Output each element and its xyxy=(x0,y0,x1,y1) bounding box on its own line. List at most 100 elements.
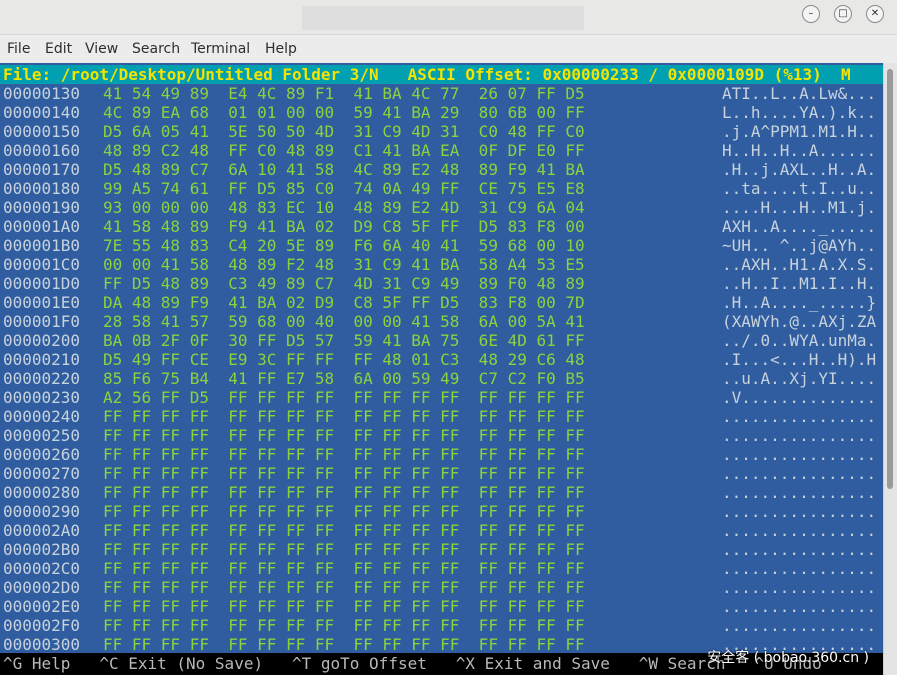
close-icon[interactable]: ✕ xyxy=(866,5,884,23)
row-hex-bytes[interactable]: 85 F6 75 B4 41 FF E7 58 6A 00 59 49 C7 C… xyxy=(103,369,585,388)
row-hex-bytes[interactable]: FF D5 48 89 C3 49 89 C7 4D 31 C9 49 89 F… xyxy=(103,274,585,293)
row-ascii[interactable]: (XAWYh.@..AXj.ZA xyxy=(722,312,876,331)
row-hex-bytes[interactable]: A2 56 FF D5 FF FF FF FF FF FF FF FF FF F… xyxy=(103,388,585,407)
row-ascii[interactable]: H..H..H..A...... xyxy=(722,141,876,160)
hex-row[interactable]: 00000240 FF FF FF FF FF FF FF FF FF FF FF… xyxy=(0,407,883,426)
row-ascii[interactable]: ../.0..WYA.unMa. xyxy=(722,331,876,350)
row-ascii[interactable]: ..ta....t.I..u.. xyxy=(722,179,876,198)
row-hex-bytes[interactable]: FF FF FF FF FF FF FF FF FF FF FF FF FF F… xyxy=(103,502,585,521)
hex-row[interactable]: 00000230 A2 56 FF D5 FF FF FF FF FF FF FF… xyxy=(0,388,883,407)
row-hex-bytes[interactable]: FF FF FF FF FF FF FF FF FF FF FF FF FF F… xyxy=(103,597,585,616)
scrollbar[interactable] xyxy=(883,63,897,675)
row-hex-bytes[interactable]: 99 A5 74 61 FF D5 85 C0 74 0A 49 FF CE 7… xyxy=(103,179,585,198)
hex-row[interactable]: 00000250 FF FF FF FF FF FF FF FF FF FF FF… xyxy=(0,426,883,445)
row-ascii[interactable]: ................ xyxy=(722,578,876,597)
hex-row[interactable]: 000001F0 28 58 41 57 59 68 00 40 00 00 41… xyxy=(0,312,883,331)
row-hex-bytes[interactable]: BA 0B 2F 0F 30 FF D5 57 59 41 BA 75 6E 4… xyxy=(103,331,585,350)
hex-row[interactable]: 00000150 D5 6A 05 41 5E 50 50 4D 31 C9 4D… xyxy=(0,122,883,141)
row-ascii[interactable]: .j.A^PPM1.M1.H.. xyxy=(722,122,876,141)
row-hex-bytes[interactable]: FF FF FF FF FF FF FF FF FF FF FF FF FF F… xyxy=(103,616,585,635)
menu-help[interactable]: Help xyxy=(265,41,297,57)
row-hex-bytes[interactable]: 41 54 49 89 E4 4C 89 F1 41 BA 4C 77 26 0… xyxy=(103,84,585,103)
row-hex-bytes[interactable]: FF FF FF FF FF FF FF FF FF FF FF FF FF F… xyxy=(103,559,585,578)
row-hex-bytes[interactable]: FF FF FF FF FF FF FF FF FF FF FF FF FF F… xyxy=(103,426,585,445)
hex-row[interactable]: 00000130 41 54 49 89 E4 4C 89 F1 41 BA 4C… xyxy=(0,84,883,103)
hex-row[interactable]: 00000270 FF FF FF FF FF FF FF FF FF FF FF… xyxy=(0,464,883,483)
hex-row[interactable]: 00000290 FF FF FF FF FF FF FF FF FF FF FF… xyxy=(0,502,883,521)
row-hex-bytes[interactable]: 48 89 C2 48 FF C0 48 89 C1 41 BA EA 0F D… xyxy=(103,141,585,160)
row-ascii[interactable]: .I...<...H..H).H xyxy=(722,350,876,369)
row-hex-bytes[interactable]: FF FF FF FF FF FF FF FF FF FF FF FF FF F… xyxy=(103,407,585,426)
hex-row[interactable]: 00000190 93 00 00 00 48 83 EC 10 48 89 E2… xyxy=(0,198,883,217)
row-hex-bytes[interactable]: 28 58 41 57 59 68 00 40 00 00 41 58 6A 0… xyxy=(103,312,585,331)
row-ascii[interactable]: ..H..I..M1.I..H. xyxy=(722,274,876,293)
hex-row[interactable]: 000002C0 FF FF FF FF FF FF FF FF FF FF FF… xyxy=(0,559,883,578)
menu-edit[interactable]: Edit xyxy=(45,41,72,57)
row-hex-bytes[interactable]: FF FF FF FF FF FF FF FF FF FF FF FF FF F… xyxy=(103,464,585,483)
row-ascii[interactable]: ................ xyxy=(722,483,876,502)
row-ascii[interactable]: L..h....YA.).k.. xyxy=(722,103,876,122)
row-hex-bytes[interactable]: DA 48 89 F9 41 BA 02 D9 C8 5F FF D5 83 F… xyxy=(103,293,585,312)
hex-row[interactable]: 00000170 D5 48 89 C7 6A 10 41 58 4C 89 E2… xyxy=(0,160,883,179)
hex-row[interactable]: 000001D0 FF D5 48 89 C3 49 89 C7 4D 31 C9… xyxy=(0,274,883,293)
hex-row[interactable]: 000002F0 FF FF FF FF FF FF FF FF FF FF FF… xyxy=(0,616,883,635)
hex-row[interactable]: 00000210 D5 49 FF CE E9 3C FF FF FF 48 01… xyxy=(0,350,883,369)
maximize-icon[interactable]: □ xyxy=(834,5,852,23)
hex-row[interactable]: 000001E0 DA 48 89 F9 41 BA 02 D9 C8 5F FF… xyxy=(0,293,883,312)
menu-view[interactable]: View xyxy=(85,41,118,57)
hex-row[interactable]: 00000260 FF FF FF FF FF FF FF FF FF FF FF… xyxy=(0,445,883,464)
row-ascii[interactable]: ATI..L..A.Lw&... xyxy=(722,84,876,103)
row-hex-bytes[interactable]: 7E 55 48 83 C4 20 5E 89 F6 6A 40 41 59 6… xyxy=(103,236,585,255)
hex-row[interactable]: 00000180 99 A5 74 61 FF D5 85 C0 74 0A 49… xyxy=(0,179,883,198)
hex-row[interactable]: 00000220 85 F6 75 B4 41 FF E7 58 6A 00 59… xyxy=(0,369,883,388)
row-hex-bytes[interactable]: FF FF FF FF FF FF FF FF FF FF FF FF FF F… xyxy=(103,521,585,540)
row-ascii[interactable]: ................ xyxy=(722,540,876,559)
terminal-area[interactable]: File: /root/Desktop/Untitled Folder 3/N … xyxy=(0,63,883,675)
menu-file[interactable]: File xyxy=(7,41,30,57)
row-hex-bytes[interactable]: 4C 89 EA 68 01 01 00 00 59 41 BA 29 80 6… xyxy=(103,103,585,122)
hex-row[interactable]: 00000140 4C 89 EA 68 01 01 00 00 59 41 BA… xyxy=(0,103,883,122)
row-hex-bytes[interactable]: FF FF FF FF FF FF FF FF FF FF FF FF FF F… xyxy=(103,540,585,559)
row-ascii[interactable]: ~UH.. ^..j@AYh.. xyxy=(722,236,876,255)
minimize-icon[interactable]: – xyxy=(802,5,820,23)
hex-row[interactable]: 000002D0 FF FF FF FF FF FF FF FF FF FF FF… xyxy=(0,578,883,597)
row-ascii[interactable]: ................ xyxy=(722,426,876,445)
row-ascii[interactable]: ................ xyxy=(722,464,876,483)
row-ascii[interactable]: ................ xyxy=(722,502,876,521)
row-ascii[interactable]: ................ xyxy=(722,407,876,426)
row-hex-bytes[interactable]: FF FF FF FF FF FF FF FF FF FF FF FF FF F… xyxy=(103,483,585,502)
hex-row[interactable]: 000002A0 FF FF FF FF FF FF FF FF FF FF FF… xyxy=(0,521,883,540)
row-hex-bytes[interactable]: 41 58 48 89 F9 41 BA 02 D9 C8 5F FF D5 8… xyxy=(103,217,585,236)
row-ascii[interactable]: AXH..A...._..... xyxy=(722,217,876,236)
row-ascii[interactable]: .H..A...._.....} xyxy=(722,293,876,312)
row-ascii[interactable]: .V.............. xyxy=(722,388,876,407)
row-hex-bytes[interactable]: D5 6A 05 41 5E 50 50 4D 31 C9 4D 31 C0 4… xyxy=(103,122,585,141)
hex-row[interactable]: 000002E0 FF FF FF FF FF FF FF FF FF FF FF… xyxy=(0,597,883,616)
row-ascii[interactable]: ................ xyxy=(722,616,876,635)
row-ascii[interactable]: ................ xyxy=(722,521,876,540)
menu-search[interactable]: Search xyxy=(132,41,180,57)
row-hex-bytes[interactable]: D5 48 89 C7 6A 10 41 58 4C 89 E2 48 89 F… xyxy=(103,160,585,179)
row-ascii[interactable]: .H..j.AXL..H..A. xyxy=(722,160,876,179)
hex-row[interactable]: 00000280 FF FF FF FF FF FF FF FF FF FF FF… xyxy=(0,483,883,502)
row-ascii[interactable]: ..AXH..H1.A.X.S. xyxy=(722,255,876,274)
hex-row[interactable]: 00000200 BA 0B 2F 0F 30 FF D5 57 59 41 BA… xyxy=(0,331,883,350)
scrollbar-thumb[interactable] xyxy=(887,69,893,489)
row-ascii[interactable]: ................ xyxy=(722,559,876,578)
row-hex-bytes[interactable]: FF FF FF FF FF FF FF FF FF FF FF FF FF F… xyxy=(103,635,585,654)
hex-row[interactable]: 000002B0 FF FF FF FF FF FF FF FF FF FF FF… xyxy=(0,540,883,559)
hex-row[interactable]: 000001B0 7E 55 48 83 C4 20 5E 89 F6 6A 40… xyxy=(0,236,883,255)
hex-row[interactable]: 00000160 48 89 C2 48 FF C0 48 89 C1 41 BA… xyxy=(0,141,883,160)
hex-row[interactable]: 000001A0 41 58 48 89 F9 41 BA 02 D9 C8 5F… xyxy=(0,217,883,236)
row-ascii[interactable]: ....H...H..M1.j. xyxy=(722,198,876,217)
row-hex-bytes[interactable]: FF FF FF FF FF FF FF FF FF FF FF FF FF F… xyxy=(103,445,585,464)
row-hex-bytes[interactable]: D5 49 FF CE E9 3C FF FF FF 48 01 C3 48 2… xyxy=(103,350,585,369)
row-ascii[interactable]: ................ xyxy=(722,445,876,464)
row-ascii[interactable]: ................ xyxy=(722,597,876,616)
row-hex-bytes[interactable]: 00 00 41 58 48 89 F2 48 31 C9 41 BA 58 A… xyxy=(103,255,585,274)
row-hex-bytes[interactable]: FF FF FF FF FF FF FF FF FF FF FF FF FF F… xyxy=(103,578,585,597)
row-hex-bytes[interactable]: 93 00 00 00 48 83 EC 10 48 89 E2 4D 31 C… xyxy=(103,198,585,217)
hex-row[interactable]: 000001C0 00 00 41 58 48 89 F2 48 31 C9 41… xyxy=(0,255,883,274)
row-ascii[interactable]: ..u.A..Xj.YI.... xyxy=(722,369,876,388)
menu-terminal[interactable]: Terminal xyxy=(191,41,250,57)
